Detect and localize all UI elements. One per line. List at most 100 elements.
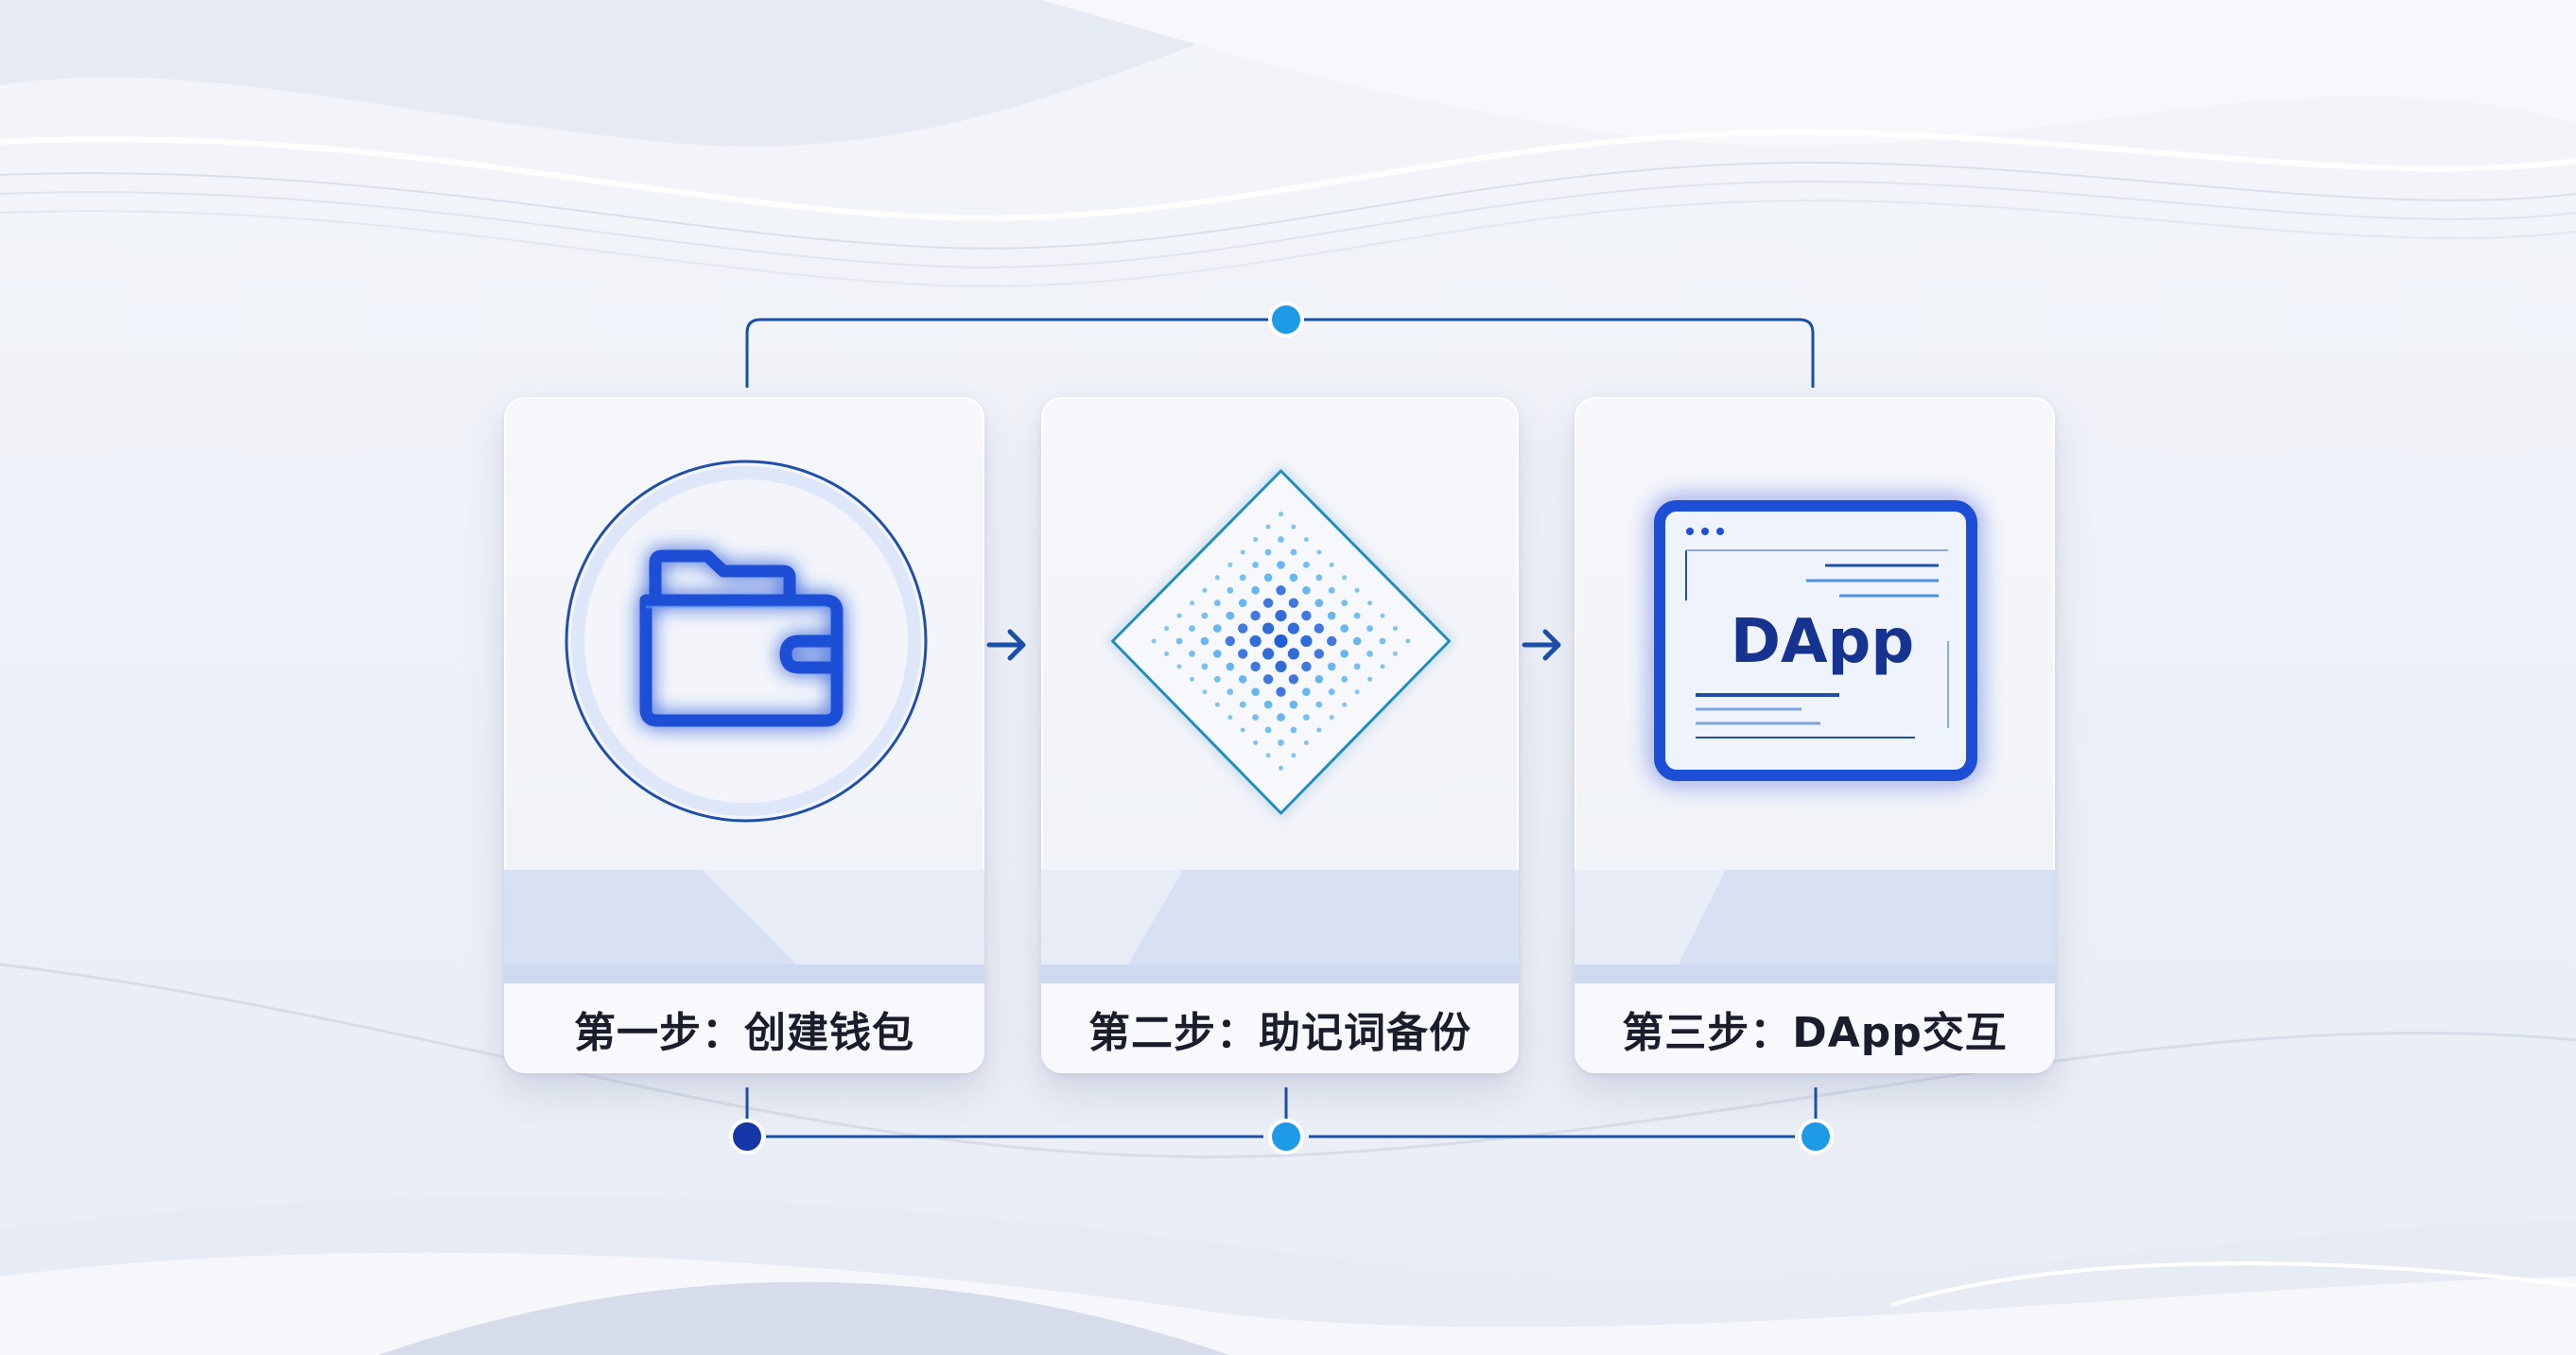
diamond-dot <box>1316 549 1322 555</box>
diamond-dot <box>1392 626 1398 632</box>
diamond-dot <box>1227 715 1233 721</box>
diamond-dot <box>1252 562 1259 568</box>
diamond-dot <box>1276 686 1286 697</box>
diamond-dot <box>1164 651 1170 656</box>
diamond-dot <box>1327 662 1336 671</box>
diamond-dot <box>1288 674 1299 685</box>
diamond-dot <box>1238 649 1248 659</box>
step-label-3: 第三步：DApp交互 <box>1575 983 2055 1073</box>
diamond-dot <box>1303 740 1309 745</box>
diamond-dot <box>1201 663 1209 670</box>
diamond-dot <box>1279 512 1283 517</box>
diamond-dot <box>1291 524 1297 530</box>
diamond-dot <box>1264 548 1272 556</box>
diamond-dot <box>1328 586 1335 594</box>
diamond-dot <box>1354 587 1360 593</box>
diamond-dot <box>1316 727 1322 733</box>
diamond-dot <box>1202 587 1208 593</box>
diamond-dot <box>1315 701 1323 708</box>
diamond-dot <box>1263 573 1273 582</box>
diamond-dot <box>1340 624 1349 633</box>
diamond-dot <box>1176 613 1182 618</box>
diamond-dot <box>1287 622 1299 634</box>
diamond-dot <box>1227 586 1234 594</box>
diamond-dot <box>1340 650 1349 658</box>
diamond-dot <box>1392 651 1398 656</box>
diamond-dot <box>1249 634 1262 648</box>
diamond-dot <box>1202 689 1208 695</box>
diamond-dot <box>1276 585 1286 596</box>
diamond-dot <box>1290 548 1297 556</box>
diamond-dot <box>1252 714 1259 721</box>
diamond-dot <box>1190 600 1194 606</box>
diamond-dot <box>1367 600 1372 606</box>
diamond-dot <box>1327 611 1336 620</box>
diamond-dot <box>1200 636 1210 646</box>
diamond-dot <box>1262 598 1274 608</box>
mnemonic-diamond-icon <box>1111 469 1451 815</box>
diamond-dot <box>1366 625 1373 632</box>
diamond-dot <box>1328 688 1335 696</box>
card-band <box>1041 870 1519 983</box>
diamond-dot <box>1302 586 1311 595</box>
diamond-dot <box>1265 524 1271 530</box>
diamond-dot <box>1262 622 1275 634</box>
diamond-dot <box>1303 562 1310 568</box>
diamond-dot <box>1354 689 1360 695</box>
diamond-dot <box>1367 676 1372 682</box>
step-label-1: 第一步：创建钱包 <box>504 983 984 1073</box>
dapp-icon-text: DApp <box>1731 607 1914 677</box>
diamond-dot <box>1262 674 1274 685</box>
diamond-dot <box>1190 676 1194 682</box>
dapp-window-icon: DApp <box>1654 500 1977 781</box>
diamond-dot <box>1287 648 1299 660</box>
step-card-1[interactable]: 第一步：创建钱包 <box>504 397 984 1073</box>
diamond-dot <box>1227 562 1233 567</box>
diamond-dot <box>1291 753 1297 758</box>
diamond-dot <box>1303 537 1309 542</box>
step-card-2[interactable]: 第二步：助记词备份 <box>1041 397 1519 1073</box>
diamond-dot <box>1240 727 1245 733</box>
diamond-dot <box>1341 675 1349 683</box>
diamond-dot <box>1213 599 1221 607</box>
diamond-dot <box>1189 625 1195 632</box>
arrow-right-icon <box>1522 629 1561 661</box>
diamond-dot <box>1274 634 1288 648</box>
diamond-dot <box>1379 637 1386 645</box>
diamond-dot <box>1329 562 1334 567</box>
card-band <box>1575 870 2055 983</box>
diamond-dot <box>1352 636 1362 646</box>
diamond-dot <box>1238 623 1248 634</box>
diamond-dot <box>1275 610 1287 622</box>
diamond-dot <box>1301 610 1312 621</box>
arrow-right-icon <box>986 629 1026 661</box>
diamond-dot <box>1290 726 1297 734</box>
diamond-dot <box>1151 638 1157 644</box>
diamond-dot <box>1238 675 1247 684</box>
diamond-dot <box>1302 687 1311 696</box>
diamond-dot <box>1250 610 1261 621</box>
diamond-dot <box>1279 765 1283 771</box>
diamond-dot <box>1314 649 1324 659</box>
diamond-dot <box>1289 573 1298 582</box>
diamond-dot <box>1366 651 1373 657</box>
diamond-dot <box>1253 740 1259 745</box>
diamond-dot <box>1353 663 1361 670</box>
diamond-dot <box>1201 612 1209 619</box>
diamond-dot <box>1225 635 1235 647</box>
diamond-dot <box>1405 638 1411 644</box>
diamond-dot <box>1264 726 1272 734</box>
diamond-dot <box>1341 599 1349 607</box>
diamond-dot <box>1314 675 1324 684</box>
diamond-dot <box>1240 549 1245 555</box>
diamond-dot <box>1214 702 1220 707</box>
diamond-dot <box>1251 687 1260 696</box>
diamond-dot <box>1239 574 1246 582</box>
step-card-3[interactable]: DApp 第三步：DApp交互 <box>1575 397 2055 1073</box>
diamond-dot <box>1327 635 1337 647</box>
diamond-dot <box>1275 660 1287 672</box>
diamond-dot <box>1300 634 1313 648</box>
diamond-dot <box>1342 702 1348 707</box>
diamond-dot <box>1251 586 1260 595</box>
diamond-dot <box>1263 700 1273 709</box>
